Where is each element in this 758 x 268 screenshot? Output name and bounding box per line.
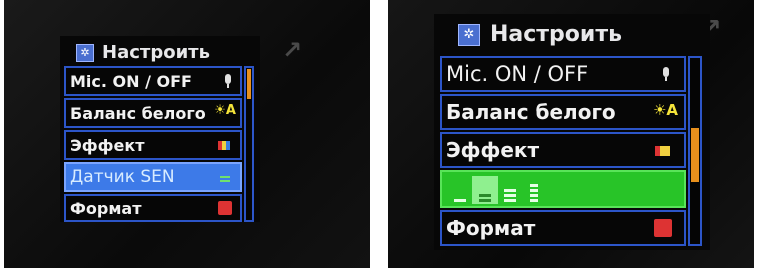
menu-item-mic[interactable]: Mic. ON / OFF (64, 66, 242, 96)
left-camera-screen: ✲ Настроить Mic. ON / OFF Баланс белого … (60, 36, 260, 222)
right-photo: ↗ ✲ Настроить Mic. ON / OFF Баланс белог… (388, 0, 754, 268)
effect-icon (655, 146, 670, 156)
scrollbar-thumb[interactable] (247, 69, 251, 99)
menu-item-label: Баланс белого (70, 103, 206, 123)
gear-icon: ✲ (458, 23, 480, 46)
sensitivity-level-selector[interactable] (448, 176, 546, 204)
menu-item-label: Эффект (446, 138, 540, 162)
menu-item-format[interactable]: Формат (440, 210, 686, 246)
white-balance-icon: ☀A (214, 103, 236, 118)
menu-item-format[interactable]: Формат (64, 194, 242, 222)
menu-header: ✲ Настроить (76, 42, 210, 63)
menu-item-label: Эффект (70, 135, 145, 155)
menu-title: Настроить (490, 22, 622, 47)
white-balance-icon: ☀A (652, 101, 678, 119)
effect-icon (218, 141, 230, 150)
menu-item-effect[interactable]: Эффект (440, 132, 686, 168)
left-photo: ↗ ✲ Настроить Mic. ON / OFF Баланс белог… (4, 0, 370, 268)
sensor-level-icon (220, 175, 230, 183)
sensitivity-level-3[interactable] (498, 176, 522, 204)
menu-item-sensor-expanded[interactable] (440, 170, 686, 208)
menu-header: ✲ Настроить (458, 22, 622, 47)
format-icon (654, 219, 672, 237)
menu-item-white-balance[interactable]: Баланс белого ☀A (440, 94, 686, 130)
menu-item-label: Формат (446, 216, 536, 240)
sensitivity-level-1[interactable] (448, 176, 472, 204)
menu-item-label: Формат (70, 198, 142, 218)
right-camera-screen: ✲ Настроить Mic. ON / OFF Баланс белого … (434, 14, 710, 250)
gear-icon: ✲ (76, 43, 94, 62)
sensitivity-level-4[interactable] (522, 176, 546, 204)
microphone-icon (662, 67, 670, 81)
menu-item-label: Mic. ON / OFF (70, 71, 192, 91)
menu-item-mic[interactable]: Mic. ON / OFF (440, 56, 686, 92)
scrollbar[interactable] (244, 66, 254, 222)
menu-item-label: Mic. ON / OFF (446, 62, 589, 86)
microphone-icon (224, 74, 232, 88)
menu-item-white-balance[interactable]: Баланс белого ☀A (64, 98, 242, 128)
format-icon (218, 201, 232, 215)
corner-arrow-icon: ↗ (282, 36, 303, 64)
menu-item-label: Баланс белого (446, 100, 616, 124)
scrollbar-thumb[interactable] (691, 128, 699, 182)
menu-title: Настроить (102, 42, 210, 63)
menu-item-sensor[interactable]: Датчик SEN (64, 162, 242, 192)
menu-item-effect[interactable]: Эффект (64, 130, 242, 160)
menu-item-label: Датчик SEN (70, 167, 175, 187)
scrollbar[interactable] (688, 56, 702, 246)
sensitivity-level-2[interactable] (472, 176, 498, 204)
